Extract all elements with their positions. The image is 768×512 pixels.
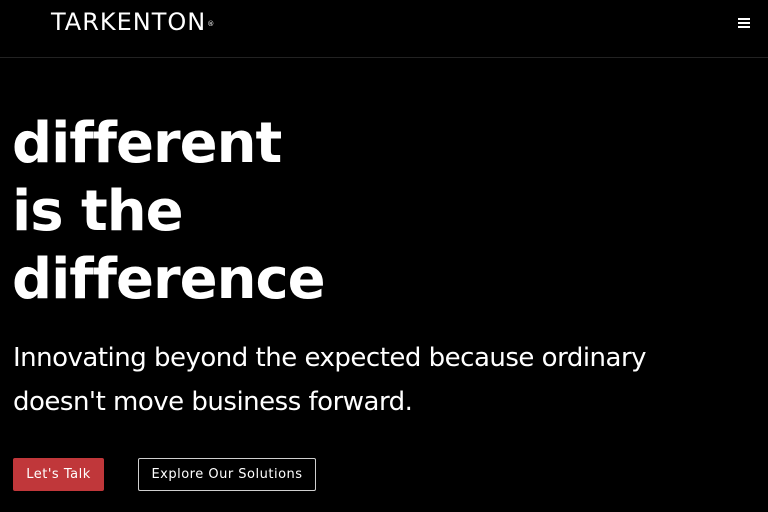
hero-headline: different is the difference	[12, 110, 326, 314]
tarkenton-logo[interactable]: TARKENTON®	[51, 8, 215, 36]
headline-line-3: difference	[12, 247, 326, 312]
subtitle-line-1: Innovating beyond the expected because o…	[13, 343, 647, 373]
logo-text: TARKENTON	[51, 8, 207, 36]
headline-line-2: is the	[12, 179, 184, 244]
page: TARKENTON® different is the difference I…	[0, 0, 768, 512]
subtitle-line-2: doesn't move business forward.	[13, 387, 413, 417]
menu-bar-top	[738, 18, 750, 20]
registered-mark: ®	[207, 20, 216, 28]
headline-line-1: different	[12, 111, 282, 176]
hamburger-menu-icon[interactable]	[736, 15, 752, 31]
lets-talk-button[interactable]: Let's Talk	[13, 458, 104, 491]
top-navigation-bar: TARKENTON®	[0, 0, 768, 58]
hero-subtitle: Innovating beyond the expected because o…	[13, 336, 733, 424]
explore-solutions-button[interactable]: Explore Our Solutions	[138, 458, 316, 491]
menu-bar-bottom	[738, 26, 750, 28]
menu-bar-middle	[738, 22, 750, 24]
